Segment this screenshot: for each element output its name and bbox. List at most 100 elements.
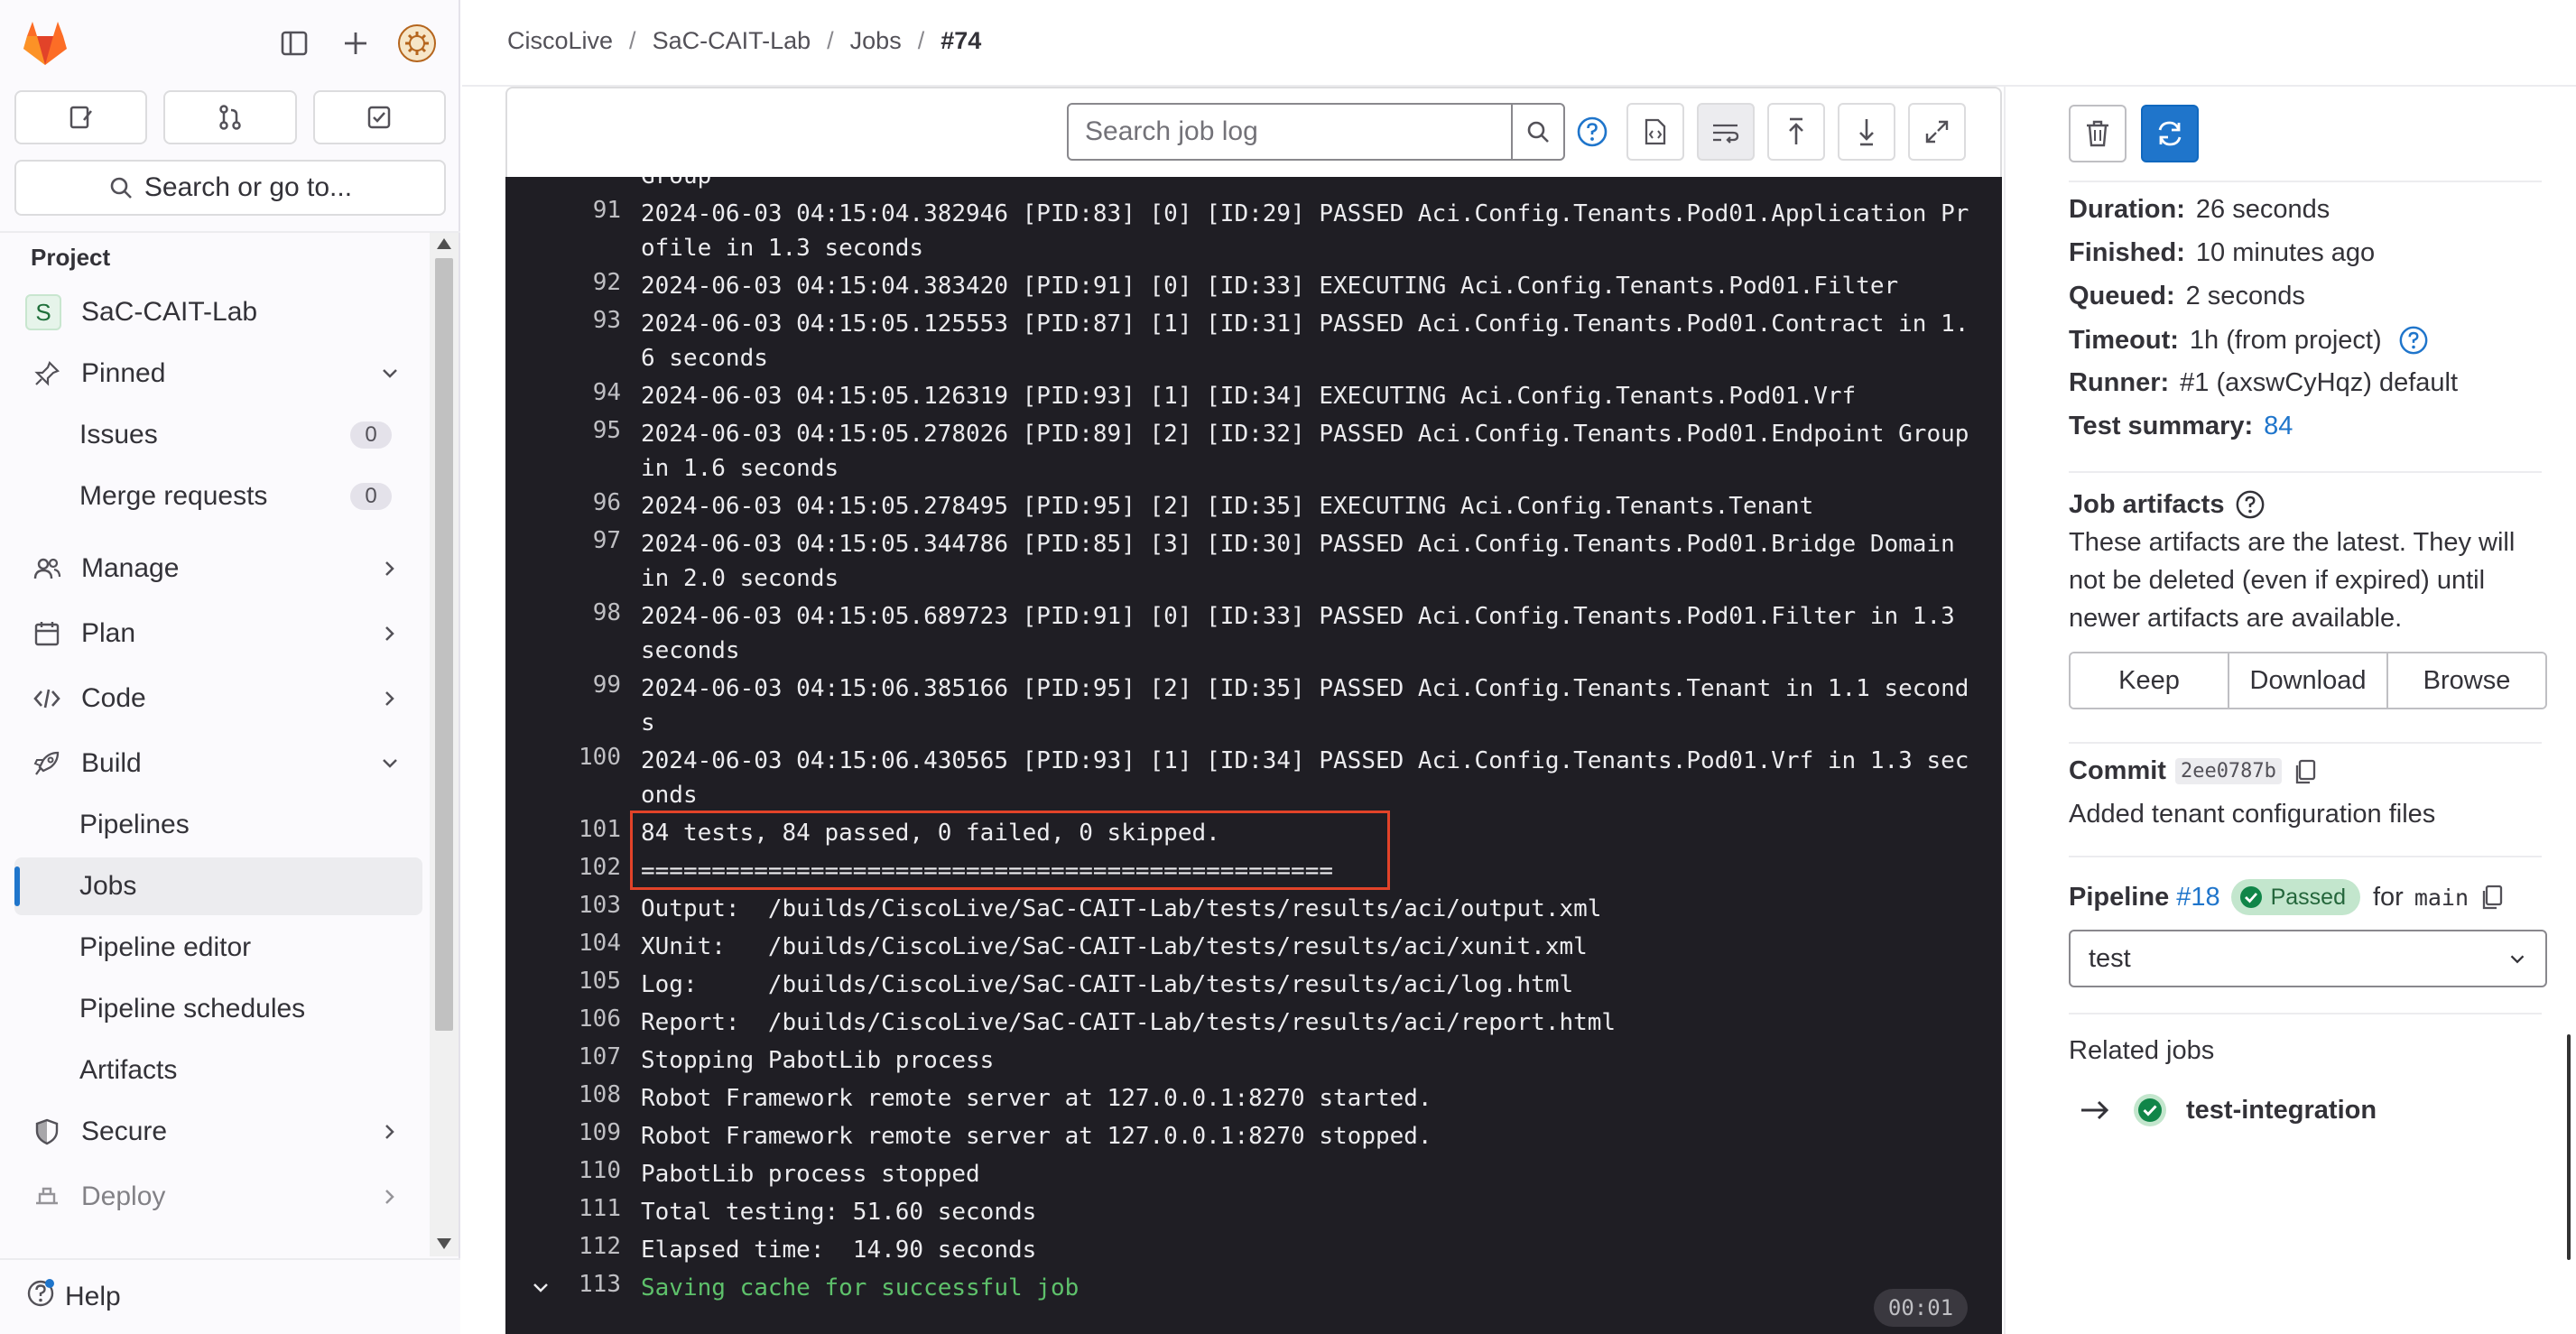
log-line-number[interactable]: 108 <box>533 1081 621 1108</box>
log-line-number[interactable]: 93 <box>533 307 621 334</box>
section-title: Project <box>31 244 111 271</box>
question-circle-icon[interactable] <box>1576 116 1608 148</box>
log-line-number[interactable]: 92 <box>533 269 621 296</box>
log-line-number[interactable]: 99 <box>533 672 621 699</box>
sidebar-item-label: Issues <box>79 420 158 449</box>
sidebar-item-merge-requests[interactable]: Merge requests 0 <box>14 468 422 525</box>
timeout-label: Timeout: <box>2069 325 2179 355</box>
job-log-search-input[interactable] <box>1069 105 1538 159</box>
log-line-number[interactable]: 107 <box>533 1043 621 1070</box>
related-job-item[interactable]: test-integration <box>2080 1092 2377 1128</box>
sidebar-item-manage[interactable]: Manage <box>14 540 422 598</box>
log-line-text: 2024-06-03 04:15:05.125553 [PID:87] [1] … <box>641 310 1969 372</box>
commit-sha-link[interactable]: 2ee0787b <box>2174 758 2282 784</box>
log-line-number[interactable]: 100 <box>533 744 621 771</box>
sidebar-item-pipeline-editor[interactable]: Pipeline editor <box>14 919 422 977</box>
commit-row: Commit 2ee0787b <box>2069 756 2318 786</box>
sidebar-toggle-icon[interactable] <box>273 22 316 65</box>
gitlab-logo-icon[interactable] <box>18 16 72 70</box>
test-summary-link[interactable]: 84 <box>2264 412 2293 441</box>
scroll-to-bottom-button[interactable] <box>1838 103 1895 161</box>
question-circle-icon[interactable] <box>2235 489 2266 520</box>
pipeline-status-badge[interactable]: Passed <box>2230 879 2360 915</box>
merge-requests-button[interactable] <box>163 90 297 144</box>
sidebar-item-pipelines[interactable]: Pipelines <box>14 796 422 854</box>
log-line-number[interactable]: 96 <box>533 489 621 516</box>
sidebar-item-label: Pipeline schedules <box>79 994 306 1024</box>
sidebar-item-issues[interactable]: Issues 0 <box>14 406 422 464</box>
sidebar-item-jobs[interactable]: Jobs <box>14 857 422 915</box>
browse-artifacts-button[interactable]: Browse <box>2388 653 2545 708</box>
breadcrumb-current-job[interactable]: #74 <box>941 27 981 55</box>
chevron-down-icon <box>2510 955 2525 964</box>
sidebar-item-pinned[interactable]: Pinned <box>14 345 422 403</box>
log-line-number[interactable]: 109 <box>533 1119 621 1146</box>
sidebar-header <box>0 0 460 87</box>
log-line-number[interactable]: 94 <box>533 379 621 406</box>
todo-button[interactable] <box>312 90 446 144</box>
page-scrollbar[interactable] <box>2563 87 2576 1334</box>
sidebar-scrollbar[interactable] <box>430 233 459 1256</box>
scroll-to-top-button[interactable] <box>1767 103 1825 161</box>
download-artifacts-button[interactable]: Download <box>2229 653 2388 708</box>
job-log-search-button[interactable] <box>1511 105 1563 159</box>
log-line-number[interactable]: 98 <box>533 599 621 626</box>
log-line-number[interactable]: 104 <box>533 930 621 957</box>
log-line-number[interactable]: 111 <box>533 1195 621 1222</box>
log-line-text: 2024-06-03 04:15:04.382946 [PID:83] [0] … <box>641 200 1969 262</box>
sidebar-item-project[interactable]: S SaC-CAIT-Lab <box>14 283 422 341</box>
maximize-icon <box>1925 120 1949 144</box>
sidebar-item-secure[interactable]: Secure <box>14 1103 422 1161</box>
scrollbar-thumb[interactable] <box>2567 1034 2571 1260</box>
sidebar-item-code[interactable]: Code <box>14 670 422 727</box>
log-line-number[interactable]: 103 <box>533 892 621 919</box>
sidebar-item-deploy[interactable]: Deploy <box>14 1168 422 1226</box>
keep-artifacts-button[interactable]: Keep <box>2071 653 2229 708</box>
question-circle-icon[interactable] <box>2398 325 2429 356</box>
erase-job-button[interactable] <box>2069 105 2127 162</box>
breadcrumb-project[interactable]: SaC-CAIT-Lab <box>653 27 811 55</box>
sidebar-item-plan[interactable]: Plan <box>14 605 422 662</box>
pipeline-ref[interactable]: main <box>2414 885 2469 911</box>
log-line-number[interactable]: 106 <box>533 1005 621 1033</box>
runner-value: #1 (axswCyHqz) default <box>2180 368 2459 397</box>
create-new-icon[interactable] <box>334 22 377 65</box>
show-raw-button[interactable] <box>1626 103 1684 161</box>
line-wrap-button[interactable] <box>1697 103 1755 161</box>
sidebar-item-artifacts[interactable]: Artifacts <box>14 1042 422 1099</box>
shield-icon <box>29 1114 65 1150</box>
log-line-number[interactable]: 102 <box>533 854 621 881</box>
scroll-up-arrow-icon[interactable] <box>437 238 451 249</box>
pipeline-link[interactable]: #18 <box>2176 883 2219 912</box>
log-line-number[interactable]: 97 <box>533 527 621 554</box>
stage-select[interactable]: test <box>2069 930 2547 987</box>
divider <box>2069 1013 2542 1014</box>
fullscreen-button[interactable] <box>1908 103 1966 161</box>
help-button[interactable]: Help <box>25 1278 121 1316</box>
issues-count-badge: 0 <box>350 422 392 449</box>
copy-icon[interactable] <box>2479 884 2505 911</box>
sidebar-item-pipeline-schedules[interactable]: Pipeline schedules <box>14 980 422 1038</box>
log-line-number[interactable]: 91 <box>533 197 621 224</box>
queued-label: Queued: <box>2069 282 2175 310</box>
retry-job-button[interactable] <box>2141 105 2199 162</box>
scrollbar-thumb[interactable] <box>435 258 453 1031</box>
log-line-number[interactable]: 105 <box>533 968 621 995</box>
search-or-go-button[interactable]: Search or go to... <box>14 160 446 216</box>
log-line-number[interactable]: 112 <box>533 1233 621 1260</box>
breadcrumb-group[interactable]: CiscoLive <box>507 27 613 55</box>
user-avatar[interactable] <box>395 22 439 65</box>
log-line-number[interactable]: 95 <box>533 417 621 444</box>
log-line-text: 84 tests, 84 passed, 0 failed, 0 skipped… <box>641 820 1220 847</box>
collapse-section-icon[interactable] <box>529 1276 552 1300</box>
copy-icon[interactable] <box>2293 758 2318 785</box>
sidebar-item-build[interactable]: Build <box>14 735 422 792</box>
merge-requests-count-badge: 0 <box>350 483 392 510</box>
scroll-down-arrow-icon[interactable] <box>437 1238 451 1249</box>
log-line-number[interactable]: 110 <box>533 1157 621 1184</box>
breadcrumb-jobs[interactable]: Jobs <box>850 27 902 55</box>
search-label: Search or go to... <box>144 172 353 202</box>
assigned-issues-button[interactable] <box>14 90 148 144</box>
log-line-number[interactable]: 101 <box>533 816 621 843</box>
related-job-name: test-integration <box>2186 1095 2377 1125</box>
